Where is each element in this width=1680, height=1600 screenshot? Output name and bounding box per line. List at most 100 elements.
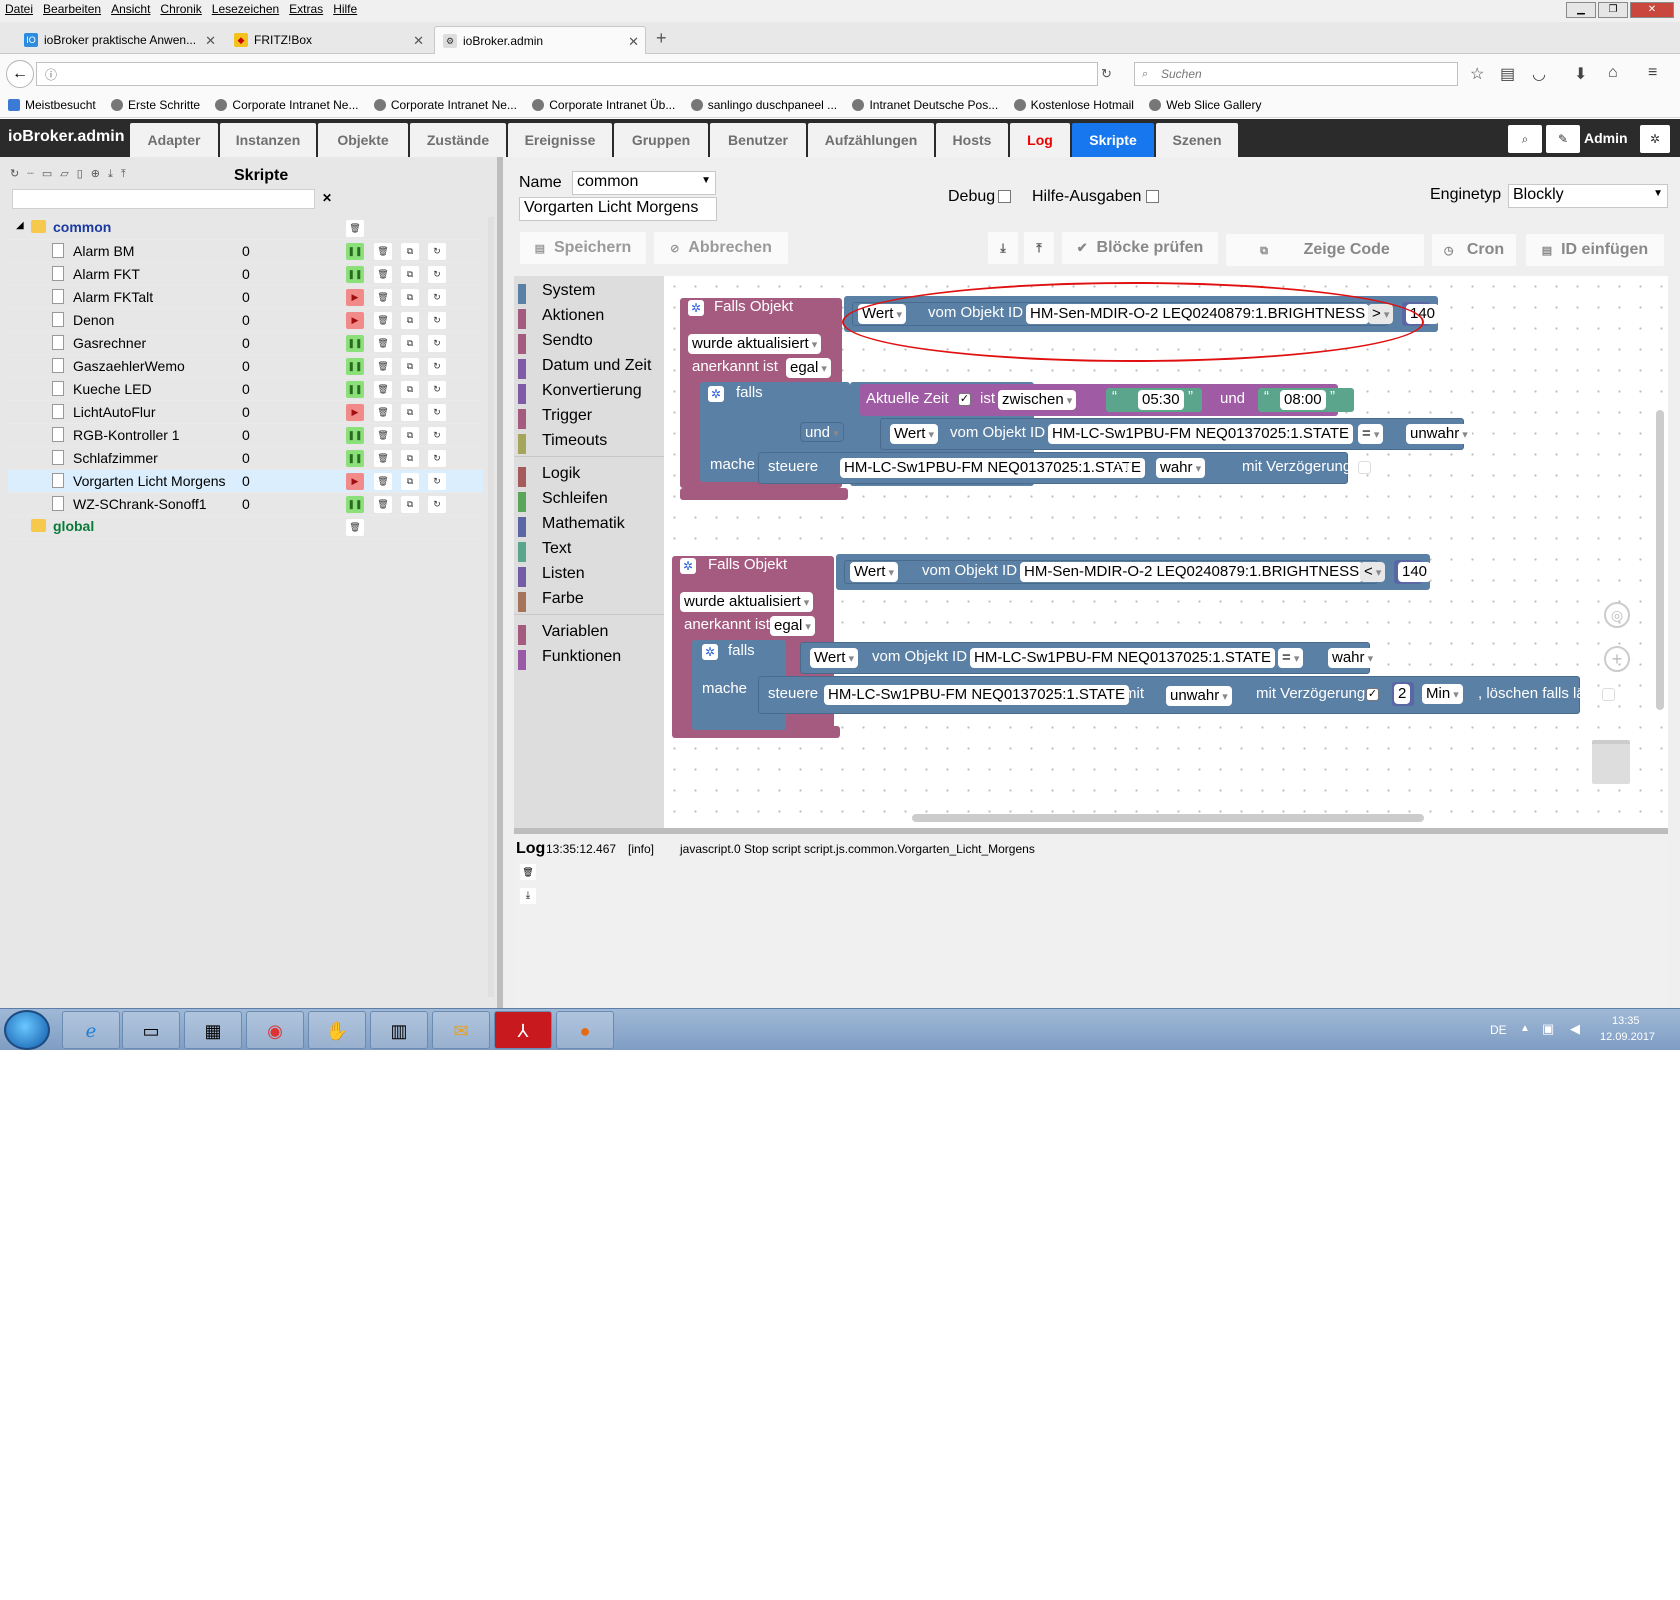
tray-arrow-icon[interactable]: ▲	[1520, 1023, 1530, 1034]
copy-icon[interactable]: ⧉	[401, 473, 419, 490]
restart-icon[interactable]: ↻	[428, 312, 446, 329]
clock-date[interactable]: 12.09.2017	[1600, 1031, 1655, 1043]
pause-icon[interactable]: ❚❚	[346, 496, 364, 513]
bookmark-item[interactable]: Corporate Intranet Üb...	[532, 98, 675, 112]
toolbox-category[interactable]: Variablen	[514, 623, 608, 645]
restart-icon[interactable]: ↻	[428, 496, 446, 513]
clear-if-running-checkbox[interactable]	[1602, 688, 1615, 701]
bool-value-dropdown[interactable]: wahr	[1156, 458, 1206, 478]
tab-zustaende[interactable]: Zustände	[410, 123, 506, 157]
edit-pencil-icon[interactable]: ✎	[1546, 125, 1580, 153]
bookmark-item[interactable]: sanlingo duschpaneel ...	[690, 98, 837, 112]
settings-gear-icon[interactable]: ✲	[1640, 125, 1670, 153]
new-folder-icon[interactable]: ▭	[42, 168, 52, 180]
menu-hilfe[interactable]: Hilfe	[328, 0, 362, 16]
search-icon[interactable]: ⌕	[1508, 125, 1542, 153]
pause-icon[interactable]: ❚❚	[346, 335, 364, 352]
clear-filter-icon[interactable]: ✕	[322, 191, 332, 205]
toolbox-category[interactable]: Aktionen	[514, 307, 604, 329]
copy-icon[interactable]: ⧉	[401, 312, 419, 329]
home-icon[interactable]: ⌂	[1608, 64, 1618, 82]
copy-icon[interactable]: ⧉	[401, 404, 419, 421]
expand-arrow-icon[interactable]: ◢	[16, 220, 24, 231]
bookmark-item[interactable]: Corporate Intranet Ne...	[215, 98, 359, 112]
play-icon[interactable]: ▶	[346, 289, 364, 306]
handshake-icon[interactable]: ✋	[308, 1011, 366, 1049]
help-output-checkbox[interactable]	[1146, 190, 1159, 203]
toolbox-category[interactable]: Datum und Zeit	[514, 357, 651, 379]
delete-icon[interactable]: 🗑	[374, 473, 392, 490]
hamburger-menu-icon[interactable]: ≡	[1648, 64, 1657, 82]
threshold-field[interactable]: 140	[1398, 562, 1432, 582]
cancel-button[interactable]: ⊘ Abbrechen	[654, 232, 788, 264]
tab-ereignisse[interactable]: Ereignisse	[508, 123, 612, 157]
delete-icon[interactable]: 🗑	[374, 381, 392, 398]
script-name-input[interactable]: Vorgarten Licht Morgens	[519, 197, 717, 221]
tab-gruppen[interactable]: Gruppen	[614, 123, 708, 157]
time-op-dropdown[interactable]: zwischen	[998, 390, 1077, 410]
delete-icon[interactable]: 🗑	[374, 266, 392, 283]
script-row[interactable]: Schlafzimmer 0 ❚❚ 🗑 ⧉ ↻	[8, 447, 483, 470]
reading-list-icon[interactable]: ▤	[1500, 64, 1515, 84]
restart-icon[interactable]: ↻	[428, 450, 446, 467]
tab-adapter[interactable]: Adapter	[130, 123, 218, 157]
bookmark-item[interactable]: Corporate Intranet Ne...	[373, 98, 517, 112]
restart-icon[interactable]: ↻	[428, 473, 446, 490]
delay-checkbox[interactable]: ✓	[1366, 688, 1379, 701]
toolbox-category[interactable]: Trigger	[514, 407, 592, 429]
pause-icon[interactable]: ❚❚	[346, 266, 364, 283]
menu-bearbeiten[interactable]: Bearbeiten	[38, 0, 106, 16]
restart-icon[interactable]: ↻	[428, 335, 446, 352]
toolbox-category[interactable]: Farbe	[514, 590, 584, 612]
reload-icon[interactable]: ↻	[1101, 66, 1112, 82]
restart-icon[interactable]: ↻	[428, 289, 446, 306]
play-icon[interactable]: ▶	[346, 312, 364, 329]
play-icon[interactable]: ▶	[346, 473, 364, 490]
menu-chronik[interactable]: Chronik	[155, 0, 206, 16]
restart-icon[interactable]: ↻	[428, 266, 446, 283]
close-window-button[interactable]: ✕	[1630, 2, 1674, 18]
bool-value-dropdown[interactable]: unwahr	[1406, 424, 1472, 444]
add-icon[interactable]: ⊕	[91, 168, 100, 180]
gear-icon[interactable]: ✲	[702, 644, 718, 660]
gear-icon[interactable]: ✲	[680, 558, 696, 574]
toolbox-category[interactable]: Funktionen	[514, 648, 621, 670]
ack-dropdown[interactable]: egal	[770, 616, 815, 636]
script-row[interactable]: Denon 0 ▶ 🗑 ⧉ ↻	[8, 309, 483, 332]
workspace-horizontal-scrollbar[interactable]	[912, 814, 1424, 822]
delay-checkbox[interactable]	[1358, 461, 1371, 474]
delete-icon[interactable]: 🗑	[374, 404, 392, 421]
tab-instanzen[interactable]: Instanzen	[220, 123, 316, 157]
toolbox-category[interactable]: Sendto	[514, 332, 593, 354]
delete-icon[interactable]: 🗑	[346, 519, 364, 536]
script-row[interactable]: WZ-SChrank-Sonoff1 0 ❚❚ 🗑 ⧉ ↻	[8, 493, 483, 516]
copy-icon[interactable]: ⧉	[401, 266, 419, 283]
trash-icon[interactable]	[1592, 740, 1630, 784]
browser-tab-fritzbox[interactable]: ◆ FRITZ!Box ✕	[226, 26, 430, 54]
show-code-button[interactable]: ⧉ Zeige Code	[1226, 234, 1424, 266]
save-button[interactable]: ▤ Speichern	[520, 232, 646, 264]
script-row[interactable]: Alarm BM 0 ❚❚ 🗑 ⧉ ↻	[8, 240, 483, 263]
browser-tab-iobroker-article[interactable]: IO ioBroker praktische Anwen... ✕	[16, 26, 222, 54]
copy-icon[interactable]: ⧉	[401, 427, 419, 444]
delete-icon[interactable]: 🗑	[374, 312, 392, 329]
url-bar[interactable]: ⓘ ↻	[36, 62, 1112, 86]
script-row[interactable]: LichtAutoFlur 0 ▶ 🗑 ⧉ ↻	[8, 401, 483, 424]
ie-icon[interactable]: ℯ	[62, 1011, 120, 1049]
bookmark-item[interactable]: Meistbesucht	[8, 98, 96, 112]
back-arrow-icon[interactable]: ←	[6, 60, 34, 88]
delay-unit-dropdown[interactable]: Min	[1422, 684, 1463, 704]
object-id-field[interactable]: HM-LC-Sw1PBU-FM NEQ0137025:1.STATE	[824, 685, 1130, 705]
script-row[interactable]: Alarm FKT 0 ❚❚ 🗑 ⧉ ↻	[8, 263, 483, 286]
new-script-icon[interactable]: ▯	[77, 168, 83, 180]
maximize-button[interactable]: ❐	[1598, 2, 1628, 18]
toolbox-category[interactable]: Schleifen	[514, 490, 608, 512]
workspace-vertical-scrollbar[interactable]	[1656, 410, 1664, 710]
toolbox-category[interactable]: Timeouts	[514, 432, 607, 454]
script-row[interactable]: Alarm FKTalt 0 ▶ 🗑 ⧉ ↻	[8, 286, 483, 309]
tab-objekte[interactable]: Objekte	[318, 123, 408, 157]
tab-log[interactable]: Log	[1010, 123, 1070, 157]
close-tab-icon[interactable]: ✕	[413, 33, 424, 49]
pause-icon[interactable]: ❚❚	[346, 381, 364, 398]
collapse-icon[interactable]: ┈	[27, 168, 34, 180]
